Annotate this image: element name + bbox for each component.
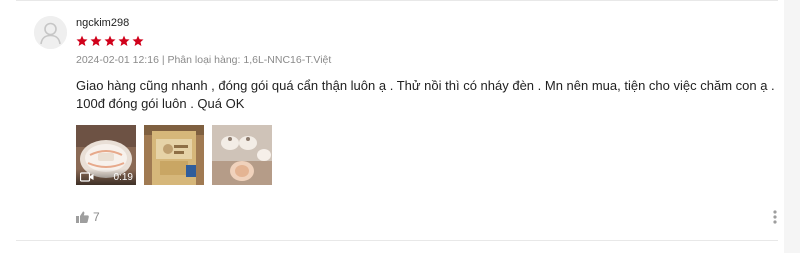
package-photo-image: [144, 125, 204, 185]
star-icon: [118, 35, 130, 46]
star-icon: [76, 35, 88, 46]
video-duration: 0:19: [113, 172, 133, 183]
review-meta: 2024-02-01 12:16 | Phân loại hàng: 1,6L-…: [76, 54, 332, 66]
review-image-thumbnail[interactable]: [144, 125, 204, 185]
reviewer-username[interactable]: ngckim298: [76, 17, 129, 29]
star-icon: [90, 35, 102, 46]
review-media-list: 0:19: [76, 125, 272, 185]
default-avatar-icon: [34, 16, 67, 49]
thumbs-up-icon: [76, 211, 89, 223]
review-video-thumbnail[interactable]: 0:19: [76, 125, 136, 185]
product-photo-image: [212, 125, 272, 185]
like-count: 7: [93, 210, 100, 224]
rating-stars: [76, 35, 144, 47]
page-scroll-track: [784, 0, 800, 253]
review-text: Giao hàng cũng nhanh , đóng gói quá cẩn …: [76, 78, 775, 111]
review-image-thumbnail[interactable]: [212, 125, 272, 185]
user-avatar[interactable]: [34, 16, 67, 49]
top-divider: [16, 0, 778, 1]
review-divider: [16, 240, 778, 241]
more-options-icon[interactable]: [771, 209, 779, 225]
video-camera-icon: [80, 172, 94, 182]
like-button[interactable]: 7: [76, 210, 100, 224]
star-icon: [132, 35, 144, 46]
star-icon: [104, 35, 116, 46]
